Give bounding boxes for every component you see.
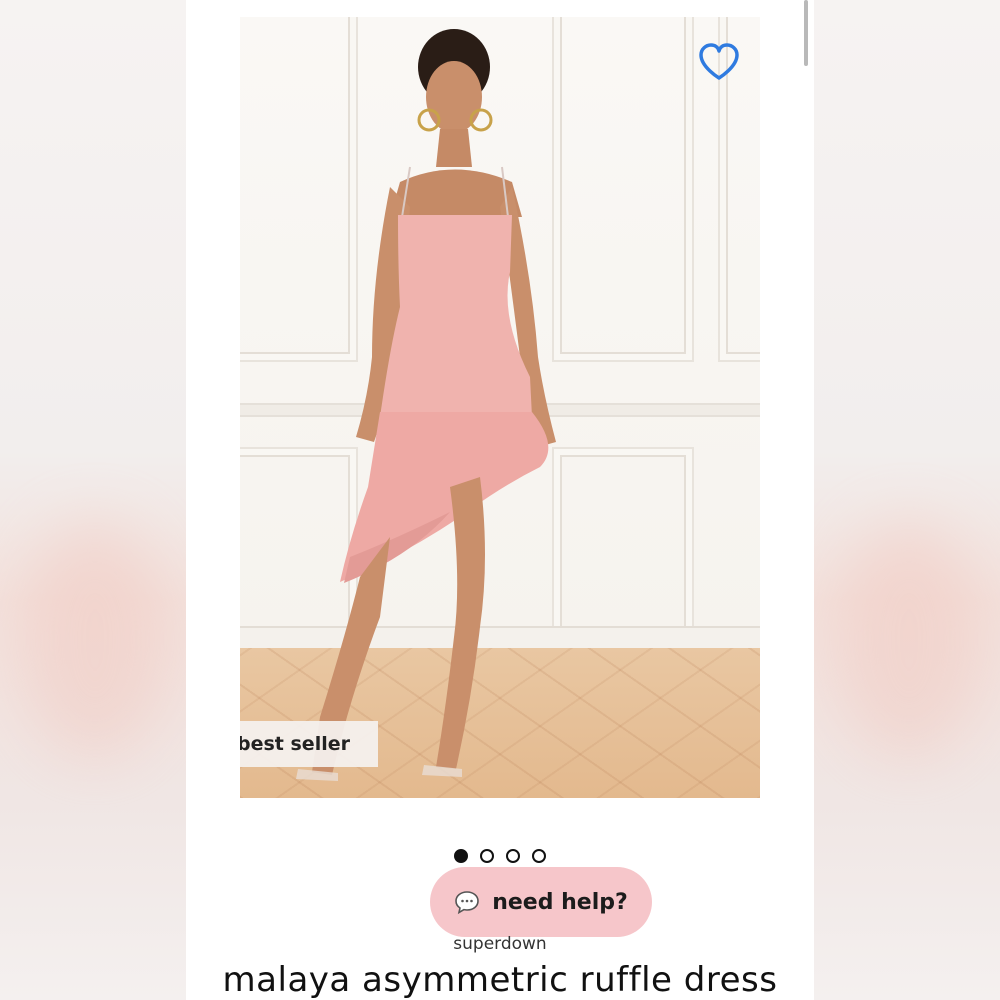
gallery-pagination [454, 849, 546, 863]
badge-label: best seller [240, 733, 350, 755]
pagination-dot-2[interactable] [480, 849, 494, 863]
model-illustration [296, 29, 556, 781]
chat-bubble-icon [455, 891, 480, 915]
product-image[interactable]: best seller [240, 17, 760, 798]
scrollbar[interactable] [804, 0, 808, 66]
pagination-dot-1[interactable] [454, 849, 468, 863]
blur-blob [834, 520, 984, 760]
pagination-dot-3[interactable] [506, 849, 520, 863]
heart-outline-icon [699, 43, 739, 80]
need-help-label: need help? [492, 889, 628, 915]
pagination-dot-4[interactable] [532, 849, 546, 863]
favorite-button[interactable] [696, 39, 742, 85]
left-blurred-background [0, 0, 186, 1000]
brand-name[interactable]: superdown [186, 934, 814, 954]
right-blurred-background [814, 0, 1000, 1000]
product-page: best seller need help? superdown malaya … [186, 0, 814, 1000]
need-help-button[interactable]: need help? [430, 867, 652, 937]
best-seller-badge: best seller [240, 721, 378, 767]
blur-blob [20, 520, 170, 760]
product-title: malaya asymmetric ruffle dress [222, 960, 778, 1000]
